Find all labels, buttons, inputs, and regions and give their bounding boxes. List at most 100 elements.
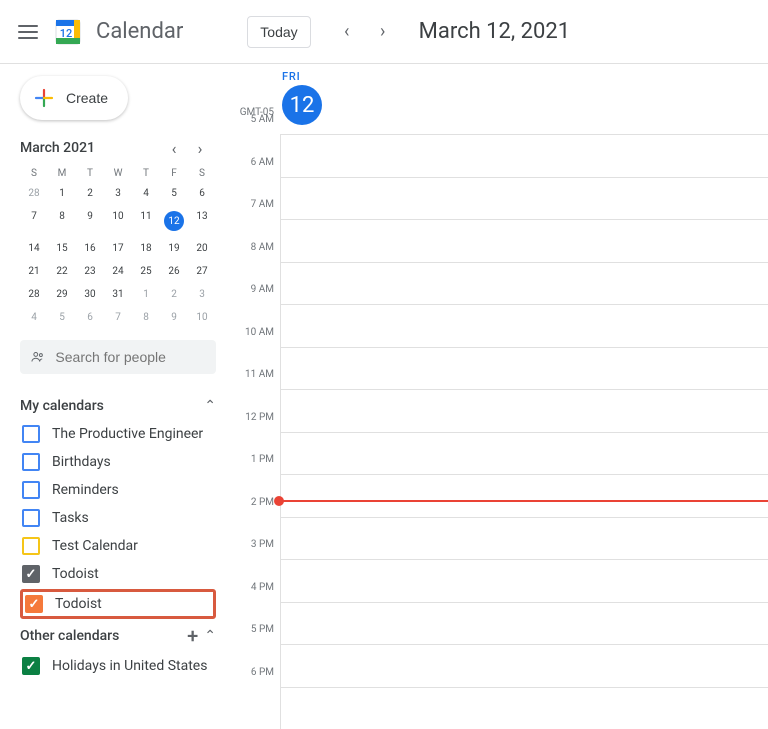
calendar-checkbox[interactable]: [22, 425, 40, 443]
calendar-checkbox[interactable]: [22, 565, 40, 583]
next-day-button[interactable]: ›: [367, 16, 399, 48]
day-number-badge[interactable]: 12: [282, 85, 322, 125]
mini-day[interactable]: 10: [104, 208, 132, 234]
prev-day-button[interactable]: ‹: [331, 16, 363, 48]
hour-slot[interactable]: [280, 389, 768, 432]
mini-day[interactable]: 9: [160, 309, 188, 326]
calendar-item[interactable]: Reminders: [20, 476, 216, 504]
calendar-label: Todoist: [52, 566, 99, 582]
hour-slot[interactable]: [280, 602, 768, 645]
hour-label: 3 PM: [251, 539, 274, 550]
my-calendars-header[interactable]: My calendars ⌃: [20, 392, 216, 420]
mini-day[interactable]: 6: [188, 185, 216, 202]
mini-next-month[interactable]: ›: [188, 136, 212, 160]
mini-day[interactable]: 21: [20, 263, 48, 280]
mini-day[interactable]: 15: [48, 240, 76, 257]
mini-day[interactable]: 7: [20, 208, 48, 234]
calendar-label: Tasks: [52, 510, 89, 526]
mini-day[interactable]: 2: [160, 286, 188, 303]
mini-day[interactable]: 25: [132, 263, 160, 280]
create-button[interactable]: Create: [20, 76, 128, 120]
mini-day[interactable]: 8: [48, 208, 76, 234]
mini-day[interactable]: 3: [188, 286, 216, 303]
mini-day[interactable]: 1: [48, 185, 76, 202]
mini-day[interactable]: 1: [132, 286, 160, 303]
hour-slot[interactable]: [280, 474, 768, 517]
calendar-checkbox[interactable]: [22, 657, 40, 675]
mini-day[interactable]: 28: [20, 286, 48, 303]
mini-day[interactable]: 8: [132, 309, 160, 326]
mini-day[interactable]: 29: [48, 286, 76, 303]
mini-day[interactable]: 10: [188, 309, 216, 326]
hour-slot[interactable]: [280, 687, 768, 729]
calendar-checkbox[interactable]: [25, 595, 43, 613]
mini-day[interactable]: 9: [76, 208, 104, 234]
calendar-label: Todoist: [55, 596, 102, 612]
mini-day[interactable]: 11: [132, 208, 160, 234]
mini-day[interactable]: 16: [76, 240, 104, 257]
calendar-checkbox[interactable]: [22, 509, 40, 527]
mini-day[interactable]: 30: [76, 286, 104, 303]
mini-day[interactable]: 23: [76, 263, 104, 280]
mini-day[interactable]: 4: [20, 309, 48, 326]
calendar-item[interactable]: Birthdays: [20, 448, 216, 476]
search-people-input[interactable]: [55, 349, 206, 365]
hour-slot[interactable]: [280, 134, 768, 177]
mini-day[interactable]: 3: [104, 185, 132, 202]
calendar-checkbox[interactable]: [22, 537, 40, 555]
mini-dow: S: [20, 168, 48, 179]
hour-slot[interactable]: [280, 219, 768, 262]
mini-day[interactable]: 24: [104, 263, 132, 280]
mini-day[interactable]: 7: [104, 309, 132, 326]
calendar-item[interactable]: The Productive Engineer: [20, 420, 216, 448]
mini-day[interactable]: 19: [160, 240, 188, 257]
mini-day[interactable]: 5: [160, 185, 188, 202]
menu-icon[interactable]: [16, 20, 40, 44]
calendar-checkbox[interactable]: [22, 481, 40, 499]
day-of-week-label: FRI: [282, 70, 768, 83]
hour-slot[interactable]: [280, 432, 768, 475]
hour-slot[interactable]: [280, 304, 768, 347]
mini-dow: T: [132, 168, 160, 179]
hour-slot[interactable]: [280, 559, 768, 602]
calendar-checkbox[interactable]: [22, 453, 40, 471]
mini-dow: W: [104, 168, 132, 179]
add-calendar-icon[interactable]: +: [187, 626, 198, 646]
mini-prev-month[interactable]: ‹: [162, 136, 186, 160]
mini-day[interactable]: 14: [20, 240, 48, 257]
mini-dow: T: [76, 168, 104, 179]
grid-divider: [280, 134, 281, 729]
plus-icon: [32, 86, 56, 110]
mini-day[interactable]: 6: [76, 309, 104, 326]
calendar-label: Test Calendar: [52, 538, 138, 554]
hour-label: 1 PM: [251, 454, 274, 465]
calendar-item[interactable]: Todoist: [20, 560, 216, 588]
hour-slot[interactable]: [280, 644, 768, 687]
mini-day[interactable]: 31: [104, 286, 132, 303]
mini-day[interactable]: 13: [188, 208, 216, 234]
search-people-box[interactable]: [20, 340, 216, 374]
mini-day[interactable]: 2: [76, 185, 104, 202]
hour-slot[interactable]: [280, 347, 768, 390]
mini-day[interactable]: 17: [104, 240, 132, 257]
calendar-item[interactable]: Test Calendar: [20, 532, 216, 560]
today-button[interactable]: Today: [247, 16, 310, 48]
mini-day[interactable]: 26: [160, 263, 188, 280]
mini-day[interactable]: 4: [132, 185, 160, 202]
mini-day[interactable]: 20: [188, 240, 216, 257]
hour-grid[interactable]: [280, 134, 768, 729]
mini-day[interactable]: 12: [160, 208, 188, 234]
hour-slot[interactable]: [280, 517, 768, 560]
hour-label: 10 AM: [245, 327, 274, 338]
calendar-item[interactable]: Tasks: [20, 504, 216, 532]
hour-slot[interactable]: [280, 177, 768, 220]
mini-day[interactable]: 28: [20, 185, 48, 202]
mini-day[interactable]: 22: [48, 263, 76, 280]
mini-day[interactable]: 18: [132, 240, 160, 257]
mini-day[interactable]: 27: [188, 263, 216, 280]
calendar-item[interactable]: Holidays in United States: [20, 652, 216, 680]
hour-slot[interactable]: [280, 262, 768, 305]
mini-day[interactable]: 5: [48, 309, 76, 326]
other-calendars-header[interactable]: Other calendars + ⌃: [20, 620, 216, 652]
calendar-item[interactable]: Todoist: [20, 589, 216, 619]
